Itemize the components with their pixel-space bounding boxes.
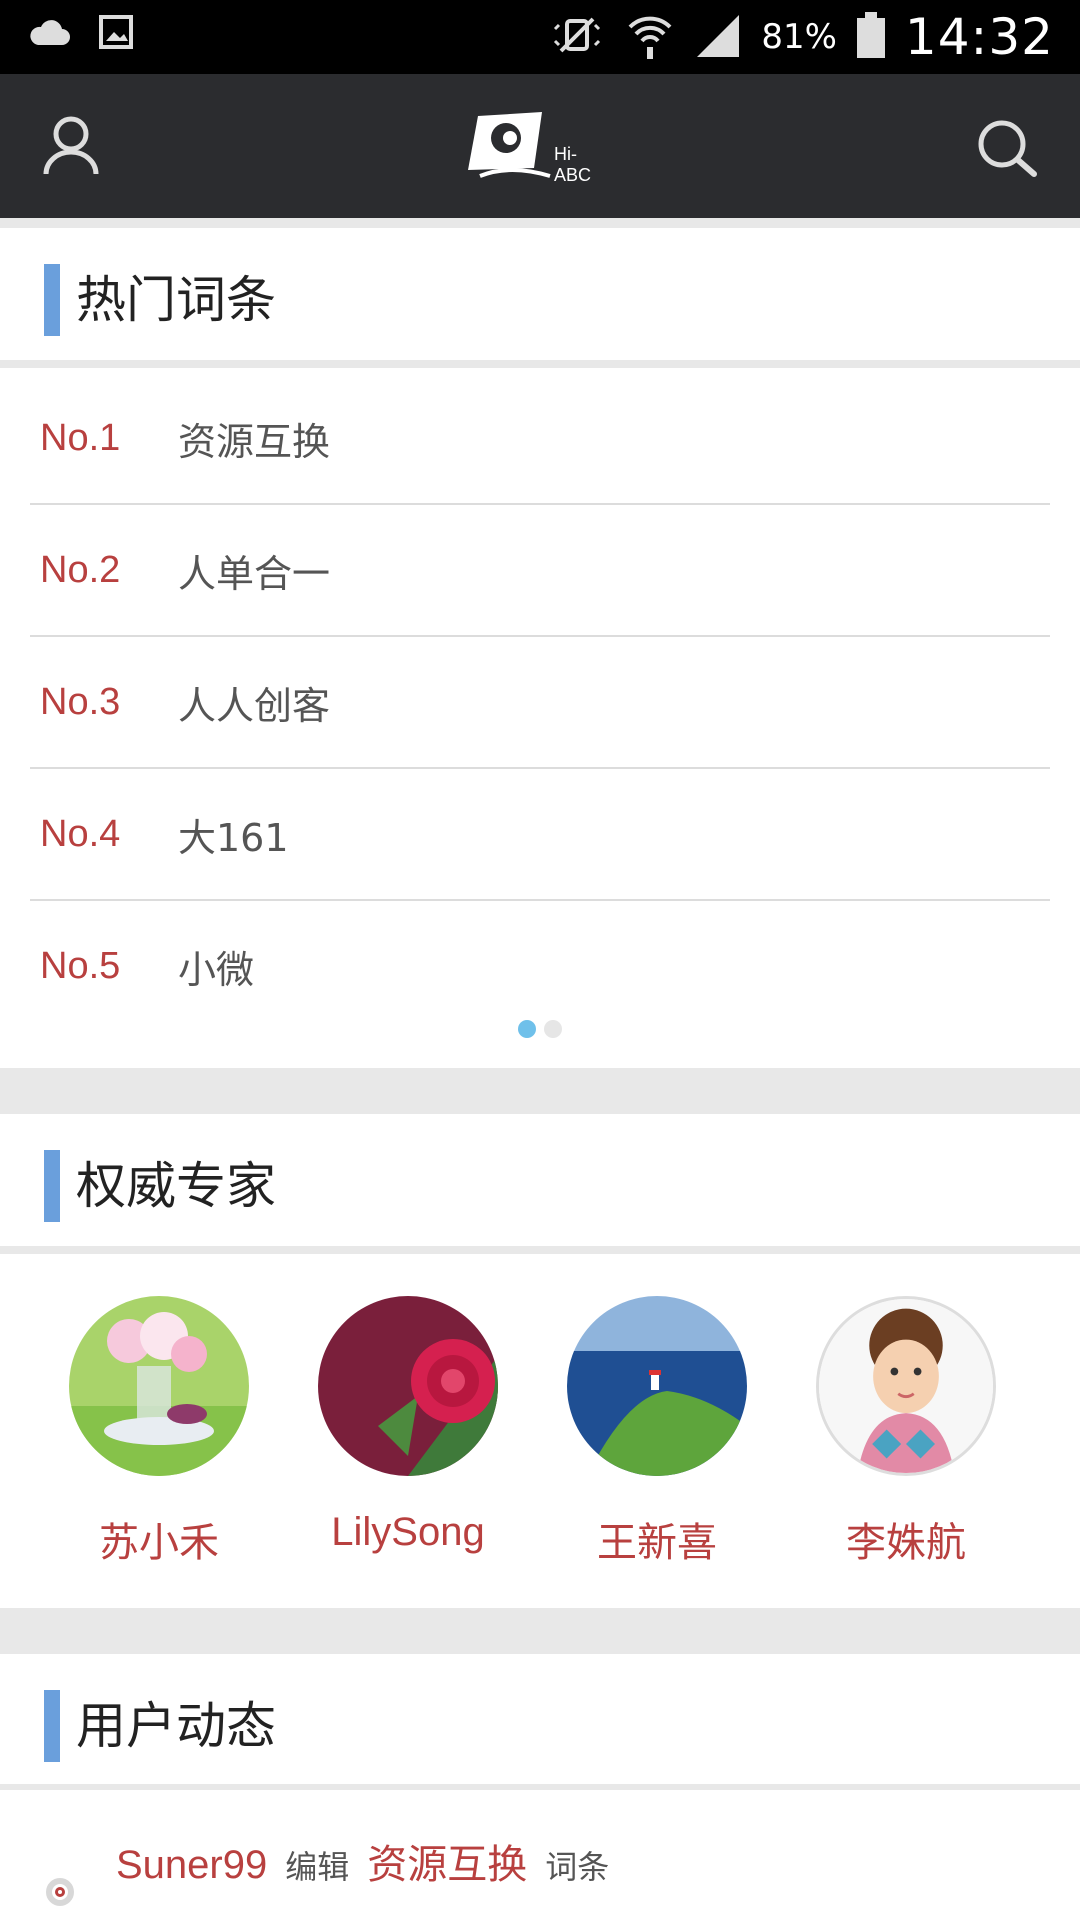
cloud-icon — [28, 17, 72, 51]
experts-header: 权威专家 — [0, 1114, 1080, 1246]
activity-target[interactable]: 资源互换 — [367, 1832, 527, 1890]
section-title: 用户动态 — [76, 1697, 276, 1755]
hot-term-item[interactable]: No.5 小微 — [30, 901, 1050, 1031]
wifi-icon — [625, 9, 675, 65]
avatar[interactable] — [567, 1296, 747, 1476]
rank-label: No.1 — [40, 416, 121, 459]
expert-name: 苏小禾 — [99, 1521, 219, 1565]
hot-term-item[interactable]: No.1 资源互换 — [30, 373, 1050, 505]
section-title: 权威专家 — [76, 1157, 276, 1215]
avatar[interactable] — [69, 1296, 249, 1476]
activity-user[interactable]: Suner99 — [116, 1843, 267, 1888]
section-title: 热门词条 — [76, 271, 276, 329]
section-accent — [44, 1690, 60, 1762]
activity-item[interactable]: Suner99 编辑 资源互换 词条 — [0, 1790, 1080, 1920]
logo-text: Hi-ABC — [554, 144, 592, 185]
logo: Hi-ABC — [460, 110, 591, 186]
signal-icon — [693, 11, 743, 63]
timeline-bullet-icon — [46, 1878, 74, 1906]
battery-icon — [855, 10, 887, 64]
activity-action: 编辑 — [285, 1848, 350, 1886]
clock: 14:32 — [904, 8, 1054, 66]
hot-term-item[interactable]: No.3 人人创客 — [30, 637, 1050, 769]
vibrate-off-icon — [547, 15, 607, 59]
avatar[interactable] — [318, 1296, 498, 1476]
rank-label: No.4 — [40, 812, 121, 855]
expert-card[interactable]: 王新喜 — [547, 1296, 767, 1568]
page-dot-active[interactable] — [518, 1020, 536, 1038]
app-bar: Hi-ABC — [0, 74, 1080, 218]
expert-name: 王新喜 — [597, 1521, 717, 1565]
expert-card[interactable]: LilySong — [298, 1296, 518, 1555]
activity-kind: 词条 — [545, 1848, 610, 1886]
status-bar: 81% 14:32 — [0, 0, 1080, 74]
term-label: 人人创客 — [178, 683, 331, 728]
hot-term-item[interactable]: No.4 大161 — [30, 769, 1050, 901]
avatar[interactable] — [816, 1296, 996, 1476]
term-label: 资源互换 — [178, 419, 331, 464]
term-label: 人单合一 — [178, 551, 331, 596]
section-accent — [44, 264, 60, 336]
expert-name: 李姝航 — [846, 1521, 966, 1565]
expert-card[interactable]: 苏小禾 — [49, 1296, 269, 1568]
term-label: 小微 — [178, 947, 255, 992]
experts-list: 苏小禾 LilySong 王新喜 李姝航 — [0, 1256, 1080, 1606]
divider — [0, 1246, 1080, 1254]
hot-terms-header: 热门词条 — [0, 228, 1080, 360]
expert-name: LilySong — [331, 1510, 485, 1554]
rank-label: No.2 — [40, 548, 121, 591]
user-icon[interactable] — [42, 114, 100, 180]
battery-percent: 81% — [761, 17, 837, 57]
divider — [0, 218, 1080, 228]
rank-label: No.3 — [40, 680, 121, 723]
divider — [0, 1068, 1080, 1114]
gallery-icon — [98, 14, 134, 54]
rank-label: No.5 — [40, 944, 121, 987]
divider — [0, 360, 1080, 368]
section-accent — [44, 1150, 60, 1222]
divider — [0, 1608, 1080, 1654]
hot-term-item[interactable]: No.2 人单合一 — [30, 505, 1050, 637]
search-icon[interactable] — [976, 118, 1038, 182]
term-label: 大161 — [178, 815, 289, 860]
activity-header: 用户动态 — [0, 1654, 1080, 1786]
page-indicator — [518, 1020, 562, 1038]
expert-card[interactable]: 李姝航 — [796, 1296, 1016, 1568]
hot-terms-list: No.1 资源互换 No.2 人单合一 No.3 人人创客 No.4 大161 … — [30, 373, 1050, 1031]
page-dot[interactable] — [544, 1020, 562, 1038]
